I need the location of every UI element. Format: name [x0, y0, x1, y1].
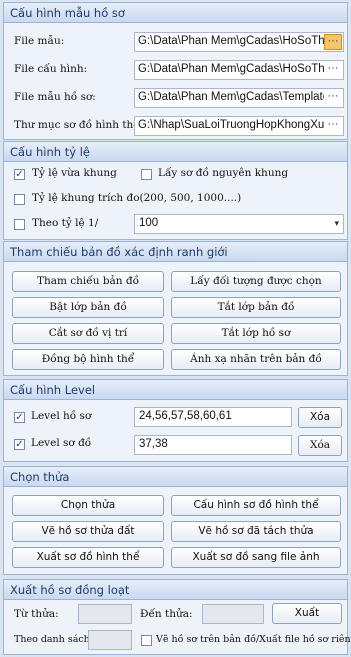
by-ratio-checkbox[interactable] — [14, 219, 25, 230]
diagram-level-clear-button[interactable]: Xóa — [298, 435, 342, 456]
get-selected-object-button[interactable]: Lấy đối tượng được chọn — [171, 271, 341, 292]
survey-frame-checkbox[interactable] — [14, 194, 25, 205]
export-diagram-image-button[interactable]: Xuất sơ đồ sang file ảnh — [171, 547, 341, 568]
from-parcel-input[interactable] — [78, 604, 132, 624]
map-reference-button[interactable]: Tham chiếu bản đồ — [12, 271, 164, 292]
export-shape-diagram-button[interactable]: Xuất sơ đồ hình thể — [12, 547, 164, 568]
diagram-folder-label: Thư mục sơ đồ hình thể: — [14, 119, 144, 131]
template-file-row: File mẫu: G:\Data\Phan Mem\gCadas\HoSoTh… — [4, 31, 347, 53]
original-frame-checkbox[interactable] — [141, 169, 152, 180]
by-ratio-label: Theo tỷ lệ 1/ — [32, 217, 99, 229]
diagram-level-checkbox[interactable]: ✓ — [14, 439, 25, 450]
map-reference-header[interactable]: Tham chiếu bản đồ xác định ranh giới — [4, 242, 347, 262]
template-file-browse-button[interactable]: ··· — [324, 34, 342, 50]
ratio-config-panel: Cấu hình tỷ lệ ✓ Tỷ lệ vừa khung Lấy sơ … — [3, 141, 348, 240]
parcel-select-header[interactable]: Chọn thửa — [4, 467, 347, 487]
profile-level-clear-button[interactable]: Xóa — [298, 407, 342, 428]
disable-profile-layer-button[interactable]: Tắt lớp hồ sơ — [171, 323, 341, 344]
cut-location-diagram-button[interactable]: Cắt sơ đồ vị trí — [12, 323, 164, 344]
sync-shape-button[interactable]: Đồng bộ hình thể — [12, 349, 164, 370]
diagram-level-label: Level sơ đồ — [31, 437, 92, 449]
template-config-panel: Cấu hình mẫu hồ sơ File mẫu: G:\Data\Pha… — [3, 2, 348, 140]
template-file-path: G:\Data\Phan Mem\gCadas\HoSoThua — [138, 35, 324, 47]
original-frame-label: Lấy sơ đồ nguyên khung — [158, 167, 289, 179]
diagram-folder-field[interactable]: G:\Nhap\SuaLoiTruongHopKhongXuat ··· — [134, 116, 344, 136]
profile-template-row: File mẫu hồ sơ: G:\Data\Phan Mem\gCadas\… — [4, 87, 347, 109]
select-parcel-button[interactable]: Chọn thửa — [12, 495, 164, 516]
diagram-folder-row: Thư mục sơ đồ hình thể: G:\Nhap\SuaLoiTr… — [4, 115, 347, 137]
draw-on-map-checkbox[interactable] — [141, 635, 152, 646]
enable-map-layer-button[interactable]: Bật lớp bản đồ — [12, 297, 164, 318]
level-config-header[interactable]: Cấu hình Level — [4, 380, 347, 400]
by-list-input[interactable] — [88, 630, 132, 650]
draw-parcel-profile-button[interactable]: Vẽ hồ sơ thửa đất — [12, 521, 164, 542]
profile-template-label: File mẫu hồ sơ: — [14, 91, 96, 103]
profile-template-field[interactable]: G:\Data\Phan Mem\gCadas\Template ··· — [134, 88, 344, 108]
ratio-select[interactable]: 100 ▾ — [134, 214, 344, 234]
template-file-field[interactable]: G:\Data\Phan Mem\gCadas\HoSoThua ··· — [134, 32, 344, 52]
level-config-panel: Cấu hình Level ✓ Level hồ sơ 24,56,57,58… — [3, 379, 348, 462]
by-list-label: Theo danh sách: — [14, 634, 93, 645]
config-file-path: G:\Data\Phan Mem\gCadas\HoSoThua — [138, 63, 324, 75]
config-file-browse-button[interactable]: ··· — [324, 62, 342, 78]
batch-export-header[interactable]: Xuất hồ sơ đồng loạt — [4, 580, 347, 600]
map-reference-panel: Tham chiếu bản đồ xác định ranh giới Tha… — [3, 241, 348, 376]
fit-frame-checkbox[interactable]: ✓ — [14, 169, 25, 180]
draw-on-map-label: Vẽ hồ sơ trên bản đồ/Xuất file hồ sơ riê… — [156, 634, 351, 645]
batch-export-panel: Xuất hồ sơ đồng loạt Từ thửa: Đến thửa: … — [3, 579, 351, 655]
diagram-folder-browse-button[interactable]: ··· — [324, 118, 342, 134]
survey-frame-label: Tỷ lệ khung trích đo(200, 500, 1000....) — [32, 192, 242, 204]
draw-split-profile-button[interactable]: Vẽ hồ sơ đã tách thửa — [171, 521, 341, 542]
config-file-label: File cấu hình: — [14, 63, 88, 75]
profile-template-browse-button[interactable]: ··· — [324, 90, 342, 106]
chevron-down-icon[interactable]: ▾ — [334, 218, 339, 229]
export-button[interactable]: Xuất — [272, 603, 342, 624]
map-label-mapping-button[interactable]: Ánh xạ nhãn trên bản đồ — [171, 349, 341, 370]
disable-map-layer-button[interactable]: Tắt lớp bản đồ — [171, 297, 341, 318]
shape-diagram-config-button[interactable]: Cấu hình sơ đồ hình thể — [171, 495, 341, 516]
from-parcel-label: Từ thửa: — [14, 608, 59, 620]
parcel-select-panel: Chọn thửa Chọn thửa Cấu hình sơ đồ hình … — [3, 466, 348, 575]
profile-level-label: Level hồ sơ — [31, 410, 92, 422]
diagram-level-input[interactable]: 37,38 — [134, 435, 292, 455]
to-parcel-input[interactable] — [202, 604, 264, 624]
diagram-folder-path: G:\Nhap\SuaLoiTruongHopKhongXuat — [138, 119, 324, 131]
profile-template-path: G:\Data\Phan Mem\gCadas\Template — [138, 91, 324, 103]
profile-level-input[interactable]: 24,56,57,58,60,61 — [134, 407, 292, 427]
config-file-field[interactable]: G:\Data\Phan Mem\gCadas\HoSoThua ··· — [134, 60, 344, 80]
fit-frame-label: Tỷ lệ vừa khung — [32, 167, 117, 179]
profile-level-checkbox[interactable]: ✓ — [14, 412, 25, 423]
config-file-row: File cấu hình: G:\Data\Phan Mem\gCadas\H… — [4, 59, 347, 81]
ratio-select-value: 100 — [139, 217, 159, 229]
ratio-config-header[interactable]: Cấu hình tỷ lệ — [4, 142, 347, 162]
template-config-header[interactable]: Cấu hình mẫu hồ sơ — [4, 3, 347, 23]
template-file-label: File mẫu: — [14, 35, 65, 47]
to-parcel-label: Đến thửa: — [140, 608, 193, 620]
